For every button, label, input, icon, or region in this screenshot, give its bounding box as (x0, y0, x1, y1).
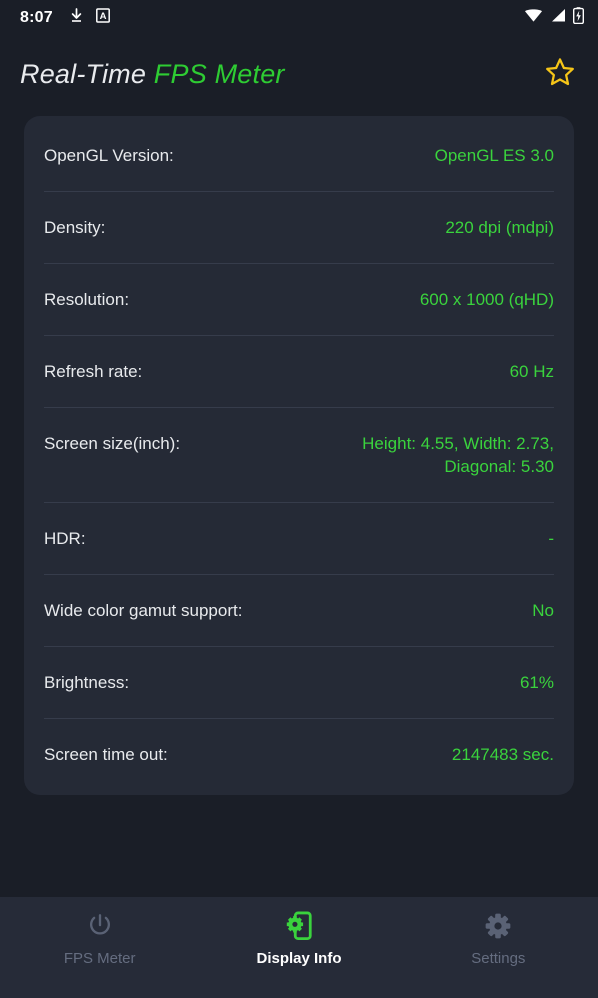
power-icon (86, 911, 114, 941)
table-row: Wide color gamut support: No (44, 575, 554, 647)
nav-label: Settings (471, 950, 526, 967)
bottom-navigation-bar: FPS Meter Display Info Settings (0, 897, 598, 998)
row-value: - (548, 529, 554, 548)
table-row: Density: 220 dpi (mdpi) (44, 192, 554, 264)
cellular-signal-icon (550, 8, 566, 28)
nav-item-display-info[interactable]: Display Info (199, 911, 398, 967)
row-value: 600 x 1000 (qHD) (419, 290, 554, 309)
status-bar: 8:07 A (0, 0, 598, 36)
display-info-card: OpenGL Version: OpenGL ES 3.0 Density: 2… (24, 116, 574, 795)
nav-label: Display Info (256, 950, 342, 967)
table-row: OpenGL Version: OpenGL ES 3.0 (44, 120, 554, 192)
page-title: Real-Time FPS Meter (20, 59, 285, 90)
app-badge-a-icon: A (95, 8, 110, 28)
nav-label: FPS Meter (63, 950, 136, 967)
table-row: Resolution: 600 x 1000 (qHD) (44, 264, 554, 336)
status-bar-left-icons: A (69, 7, 110, 29)
row-value: 61% (519, 673, 554, 692)
svg-text:A: A (99, 11, 106, 22)
app-screen: 8:07 A Real-Time FPS Meter OpenGL Versio… (0, 0, 598, 998)
row-label: Refresh rate: (44, 362, 143, 381)
status-bar-clock: 8:07 (20, 9, 53, 26)
row-label: Screen size(inch): (44, 434, 181, 453)
row-label: Screen time out: (44, 745, 168, 764)
row-value: 220 dpi (mdpi) (445, 218, 554, 237)
row-label: Resolution: (44, 290, 130, 309)
row-label: Density: (44, 218, 106, 237)
table-row: Screen size(inch): Height: 4.55, Width: … (44, 408, 554, 503)
row-value: No (532, 601, 554, 620)
row-label: Brightness: (44, 673, 130, 692)
favorite-star-button[interactable] (540, 54, 580, 94)
table-row: HDR: - (44, 503, 554, 575)
page-title-primary: Real-Time (20, 58, 154, 89)
row-label: Wide color gamut support: (44, 601, 243, 620)
star-outline-icon (544, 56, 576, 93)
row-label: HDR: (44, 529, 86, 548)
wifi-icon (524, 8, 543, 28)
battery-charging-icon (572, 7, 585, 29)
gear-icon (484, 911, 512, 941)
download-icon (69, 7, 84, 29)
table-row: Refresh rate: 60 Hz (44, 336, 554, 408)
table-row: Brightness: 61% (44, 647, 554, 719)
row-label: OpenGL Version: (44, 146, 174, 165)
table-row: Screen time out: 2147483 sec. (44, 719, 554, 791)
app-title-bar: Real-Time FPS Meter (0, 36, 598, 112)
row-value: 2147483 sec. (451, 745, 554, 764)
status-bar-right-icons (524, 7, 585, 29)
row-value: Height: 4.55, Width: 2.73, Diagonal: 5.3… (362, 434, 554, 476)
nav-item-settings[interactable]: Settings (399, 911, 598, 967)
phone-gear-icon (285, 911, 313, 941)
row-value: OpenGL ES 3.0 (434, 146, 554, 165)
row-value: 60 Hz (509, 362, 554, 381)
page-title-accent: FPS Meter (153, 58, 285, 89)
display-info-scroll-area[interactable]: OpenGL Version: OpenGL ES 3.0 Density: 2… (0, 112, 598, 897)
nav-item-fps-meter[interactable]: FPS Meter (0, 911, 199, 967)
